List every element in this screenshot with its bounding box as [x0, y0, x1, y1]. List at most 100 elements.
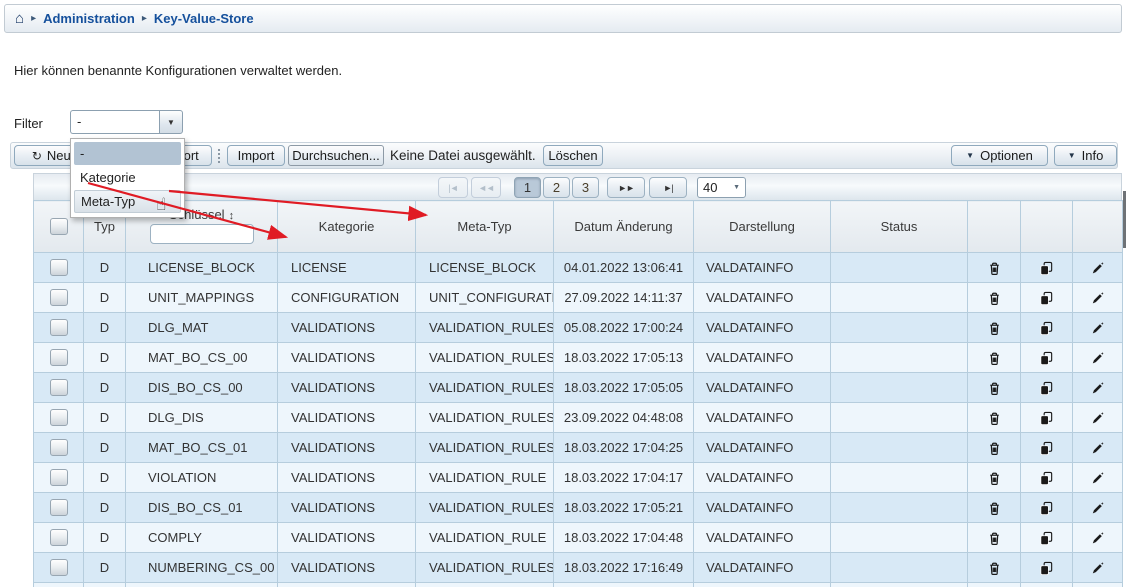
copy-row-button[interactable] — [1021, 343, 1073, 373]
copy-row-button[interactable] — [1021, 283, 1073, 313]
copy-row-button[interactable] — [1021, 433, 1073, 463]
row-checkbox[interactable] — [50, 559, 68, 576]
delete-button[interactable]: Löschen — [543, 145, 603, 166]
home-icon[interactable]: ⌂ — [15, 11, 24, 26]
row-checkbox[interactable] — [50, 499, 68, 516]
edit-row-button[interactable] — [1073, 283, 1123, 313]
table-row[interactable]: D NUMBERING_CS_00 VALIDATIONS VALIDATION… — [34, 553, 1123, 583]
row-checkbox[interactable] — [50, 469, 68, 486]
edit-row-button[interactable] — [1073, 343, 1123, 373]
edit-row-button[interactable] — [1073, 493, 1123, 523]
key-filter-input[interactable] — [150, 224, 254, 244]
row-checkbox[interactable] — [50, 439, 68, 456]
table-row[interactable]: D MAT_BO_CS_00 VALIDATIONS VALIDATION_RU… — [34, 343, 1123, 373]
cell-typ: D — [84, 373, 126, 403]
sort-icon[interactable]: ↕ — [229, 210, 235, 222]
edit-row-button[interactable] — [1073, 313, 1123, 343]
row-checkbox[interactable] — [50, 529, 68, 546]
cell-meta-typ: LICENSE_BLOCK — [416, 253, 554, 283]
copy-row-button[interactable] — [1021, 403, 1073, 433]
delete-row-button[interactable] — [968, 343, 1021, 373]
first-page-button[interactable]: |◄ — [438, 177, 468, 198]
table-row[interactable]: D DLG_DIS VALIDATIONS VALIDATION_RULESET… — [34, 403, 1123, 433]
delete-row-button[interactable] — [968, 373, 1021, 403]
file-browse-button[interactable]: Durchsuchen... — [288, 145, 384, 166]
delete-row-button[interactable] — [968, 553, 1021, 583]
dropdown-option--[interactable]: - — [74, 142, 181, 165]
copy-row-button[interactable] — [1021, 583, 1073, 587]
next-page-button[interactable]: ►► — [607, 177, 645, 198]
delete-row-button[interactable] — [968, 463, 1021, 493]
copy-row-button[interactable] — [1021, 523, 1073, 553]
row-checkbox[interactable] — [50, 259, 68, 276]
page-button-1[interactable]: 1 — [514, 177, 541, 198]
delete-row-button[interactable] — [968, 313, 1021, 343]
row-select-cell — [34, 493, 84, 523]
copy-row-button[interactable] — [1021, 493, 1073, 523]
row-checkbox[interactable] — [50, 289, 68, 306]
copy-row-button[interactable] — [1021, 553, 1073, 583]
table-row[interactable]: D DIS_BO_CS_00 VALIDATIONS VALIDATION_RU… — [34, 373, 1123, 403]
copy-row-button[interactable] — [1021, 373, 1073, 403]
breadcrumb-link-key-value-store[interactable]: Key-Value-Store — [154, 11, 254, 26]
edit-row-button[interactable] — [1073, 433, 1123, 463]
last-page-button[interactable]: ►| — [649, 177, 687, 198]
cell-meta-typ: VALIDATION_RULESET — [416, 433, 554, 463]
copy-row-button[interactable] — [1021, 253, 1073, 283]
delete-row-button[interactable] — [968, 583, 1021, 587]
table-row[interactable]: D DIS_BO_CS_01 VALIDATIONS VALIDATION_RU… — [34, 493, 1123, 523]
delete-row-button[interactable] — [968, 493, 1021, 523]
file-status-text: Keine Datei ausgewählt. — [390, 148, 536, 163]
cell-typ: D — [84, 493, 126, 523]
select-all-checkbox[interactable] — [50, 218, 68, 235]
options-menu-button[interactable]: ▼ Optionen — [951, 145, 1048, 166]
table-row[interactable] — [34, 583, 1123, 587]
column-datum-aenderung: Datum Änderung — [554, 201, 694, 253]
cell-kategorie: VALIDATIONS — [278, 343, 416, 373]
row-checkbox[interactable] — [50, 349, 68, 366]
delete-row-button[interactable] — [968, 253, 1021, 283]
delete-row-button[interactable] — [968, 283, 1021, 313]
edit-row-button[interactable] — [1073, 553, 1123, 583]
edit-row-button[interactable] — [1073, 463, 1123, 493]
edit-row-button[interactable] — [1073, 403, 1123, 433]
table-row[interactable]: D UNIT_MAPPINGS CONFIGURATION UNIT_CONFI… — [34, 283, 1123, 313]
previous-page-button[interactable]: ◄◄ — [471, 177, 501, 198]
edit-row-button[interactable] — [1073, 523, 1123, 553]
page-button-2[interactable]: 2 — [543, 177, 570, 198]
table-row[interactable]: D LICENSE_BLOCK LICENSE LICENSE_BLOCK 04… — [34, 253, 1123, 283]
cell-datum: 18.03.2022 17:05:21 — [554, 493, 694, 523]
row-checkbox[interactable] — [50, 319, 68, 336]
row-checkbox[interactable] — [50, 409, 68, 426]
chevron-down-icon: ▼ — [966, 151, 974, 160]
page-size-select[interactable]: 40 ▼ — [697, 177, 746, 198]
info-menu-button[interactable]: ▼ Info — [1054, 145, 1117, 166]
table-row[interactable]: D COMPLY VALIDATIONS VALIDATION_RULE 18.… — [34, 523, 1123, 553]
column-meta-typ: Meta-Typ — [416, 201, 554, 253]
table-row[interactable]: D MAT_BO_CS_01 VALIDATIONS VALIDATION_RU… — [34, 433, 1123, 463]
delete-button-label: Löschen — [548, 148, 597, 163]
filter-combobox[interactable]: - ▼ — [70, 110, 183, 134]
edit-row-button[interactable] — [1073, 373, 1123, 403]
delete-row-button[interactable] — [968, 433, 1021, 463]
dropdown-option-kategorie[interactable]: Kategorie — [74, 166, 181, 189]
edit-row-button[interactable] — [1073, 253, 1123, 283]
cell-typ: D — [84, 433, 126, 463]
filter-combobox-value[interactable]: - — [70, 110, 159, 134]
row-checkbox[interactable] — [50, 379, 68, 396]
delete-row-button[interactable] — [968, 523, 1021, 553]
copy-icon — [1039, 441, 1054, 456]
copy-row-button[interactable] — [1021, 463, 1073, 493]
copy-row-button[interactable] — [1021, 313, 1073, 343]
edit-row-button[interactable] — [1073, 583, 1123, 587]
filter-dropdown-button[interactable]: ▼ — [159, 110, 183, 134]
import-button[interactable]: Import — [227, 145, 285, 166]
table-row[interactable]: D DLG_MAT VALIDATIONS VALIDATION_RULESET… — [34, 313, 1123, 343]
breadcrumb-link-administration[interactable]: Administration — [43, 11, 135, 26]
table-row[interactable]: D VIOLATION VALIDATIONS VALIDATION_RULE … — [34, 463, 1123, 493]
page-button-3[interactable]: 3 — [572, 177, 599, 198]
edit-pencil-icon — [1090, 561, 1105, 576]
cell-typ: D — [84, 313, 126, 343]
delete-row-button[interactable] — [968, 403, 1021, 433]
cell-meta-typ: VALIDATION_RULESET — [416, 343, 554, 373]
